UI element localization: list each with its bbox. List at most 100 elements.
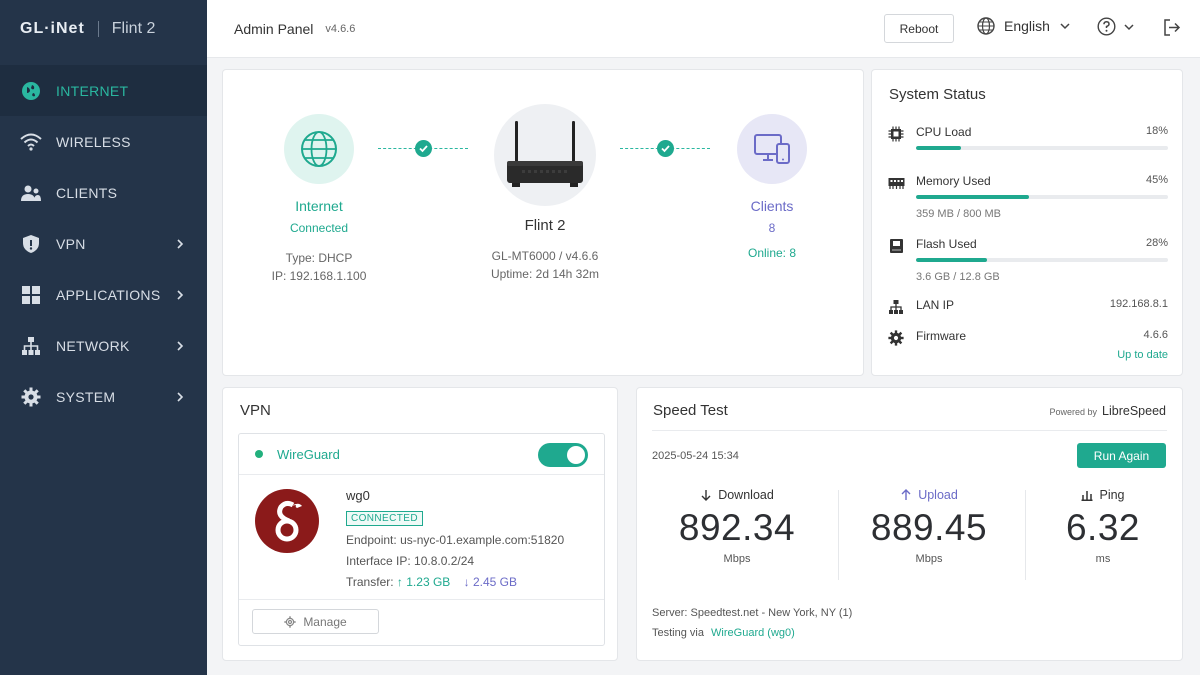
transfer-download: ↓ 2.45 GB: [463, 575, 518, 589]
testing-via-label: Testing via: [652, 627, 704, 639]
download-metric: Download 892.34 Mbps: [647, 488, 827, 565]
flash-detail: 3.6 GB / 12.8 GB: [916, 271, 1000, 283]
provider-name: LibreSpeed: [1102, 404, 1166, 418]
manage-label: Manage: [303, 614, 347, 629]
wifi-icon: [20, 131, 42, 153]
run-again-button[interactable]: Run Again: [1077, 443, 1166, 468]
sidebar-item-applications[interactable]: APPLICATIONS: [0, 269, 207, 320]
wireguard-header: WireGuard: [239, 434, 604, 475]
cpu-load-row: CPU Load 18%: [887, 125, 1168, 155]
upload-metric: Upload 889.45 Mbps: [839, 488, 1019, 565]
firmware-status-link[interactable]: Up to date: [1117, 349, 1168, 361]
ping-value: 6.32: [1065, 507, 1140, 548]
internet-ip: IP: 192.168.1.100: [271, 269, 367, 283]
users-icon: [20, 182, 42, 204]
clients-online: Online: 8: [747, 246, 797, 260]
router-label: Flint 2: [524, 217, 566, 234]
page-title: Admin Panel: [234, 20, 314, 37]
grid-icon: [20, 284, 42, 306]
memory-row: Memory Used 45% 359 MB / 800 MB: [887, 174, 1168, 222]
flash-progress-bar: [916, 258, 1168, 262]
vpn-toggle[interactable]: [538, 443, 588, 467]
firmware-value: 4.6.6: [1143, 329, 1168, 341]
cpu-value: 18%: [1145, 125, 1168, 137]
sidebar: GL·iNet Flint 2 INTERNET WIRELESS CLIENT…: [0, 0, 207, 675]
powered-by: Powered by LibreSpeed: [1050, 404, 1166, 418]
vpn-interface-line: Interface IP: 10.8.0.2/24: [346, 554, 474, 568]
sidebar-item-label: APPLICATIONS: [56, 286, 161, 303]
logout-button[interactable]: [1162, 18, 1181, 42]
gear-icon: [887, 329, 905, 347]
toggle-knob: [567, 446, 585, 464]
manage-button[interactable]: Manage: [252, 609, 379, 634]
gear-icon: [20, 386, 42, 408]
check-icon: [657, 140, 674, 157]
logout-icon: [1164, 19, 1181, 36]
sidebar-item-vpn[interactable]: VPN: [0, 218, 207, 269]
sidebar-item-label: NETWORK: [56, 337, 130, 354]
flash-value: 28%: [1145, 237, 1168, 249]
network-icon: [887, 298, 905, 316]
language-label: English: [1004, 18, 1050, 34]
brand-divider: [97, 21, 99, 37]
sidebar-item-wireless[interactable]: WIRELESS: [0, 116, 207, 167]
sidebar-item-network[interactable]: NETWORK: [0, 320, 207, 371]
chevron-right-icon: [177, 340, 184, 351]
test-timestamp: 2025-05-24 15:34: [652, 450, 739, 462]
divider: [239, 599, 604, 600]
check-icon: [415, 140, 432, 157]
lan-ip-value: 192.168.8.1: [1109, 298, 1168, 310]
help-menu[interactable]: [1097, 17, 1134, 36]
transfer-label: Transfer:: [346, 575, 394, 589]
speed-test-card: Speed Test Powered by LibreSpeed 2025-05…: [636, 387, 1183, 661]
devices-icon: [754, 134, 790, 164]
status-dot: [255, 450, 263, 458]
router-info: GL-MT6000 / v4.6.6 Uptime: 2d 14h 32m: [445, 247, 645, 283]
sidebar-item-label: INTERNET: [56, 82, 129, 99]
network-icon: [20, 335, 42, 357]
sidebar-item-label: VPN: [56, 235, 86, 252]
network-topology-card: Internet Connected Type: DHCP IP: 192.16…: [222, 69, 864, 376]
shield-icon: [20, 233, 42, 255]
vpn-endpoint-line: Endpoint: us-nyc-01.example.com:51820: [346, 533, 564, 547]
clients-label: Clients: [750, 198, 794, 214]
system-status-title: System Status: [889, 86, 986, 103]
sidebar-item-clients[interactable]: CLIENTS: [0, 167, 207, 218]
clients-node[interactable]: [737, 114, 807, 184]
firmware-row: Firmware 4.6.6 Up to date: [887, 329, 1168, 365]
firmware-version: v4.6.6: [325, 22, 356, 35]
download-unit: Mbps: [723, 553, 751, 565]
router-node[interactable]: [494, 104, 596, 206]
globe-icon: [301, 131, 337, 167]
interface-value: 10.8.0.2/24: [414, 554, 475, 568]
memory-progress-bar: [916, 195, 1168, 199]
test-server: Server: Speedtest.net - New York, NY (1): [652, 607, 853, 619]
vpn-protocol: WireGuard: [277, 446, 340, 462]
internet-label: Internet: [295, 198, 343, 214]
memory-progress-fill: [916, 195, 1030, 199]
chevron-down-icon: [1124, 23, 1134, 30]
download-value: 892.34: [678, 507, 796, 548]
powered-by-label: Powered by: [1049, 407, 1098, 417]
language-selector[interactable]: English: [977, 17, 1079, 35]
vpn-transfer-line: Transfer: ↑ 1.23 GB ↓ 2.45 GB: [346, 575, 517, 589]
chevron-right-icon: [177, 238, 184, 249]
memory-detail: 359 MB / 800 MB: [916, 208, 1001, 220]
ping-metric: Ping 6.32 ms: [1013, 488, 1193, 565]
cpu-label: CPU Load: [916, 125, 972, 139]
reboot-button[interactable]: Reboot: [884, 14, 954, 43]
endpoint-label: Endpoint:: [346, 533, 397, 547]
cpu-progress-bar: [916, 146, 1168, 150]
arrow-up-icon: [901, 489, 911, 500]
testing-via-link[interactable]: WireGuard (wg0): [711, 627, 795, 639]
internet-status: Connected: [289, 221, 349, 235]
sidebar-item-system[interactable]: SYSTEM: [0, 371, 207, 422]
help-icon: [1097, 17, 1116, 36]
brand-logo: GL·iNet: [20, 20, 85, 37]
sidebar-item-label: CLIENTS: [56, 184, 118, 201]
router-icon: [507, 121, 583, 187]
sidebar-item-internet[interactable]: INTERNET: [0, 65, 207, 116]
flash-label: Flash Used: [916, 237, 977, 251]
internet-node[interactable]: [284, 114, 354, 184]
vpn-card: VPN WireGuard wg0 CONNECTED Endpoint: us…: [222, 387, 618, 661]
